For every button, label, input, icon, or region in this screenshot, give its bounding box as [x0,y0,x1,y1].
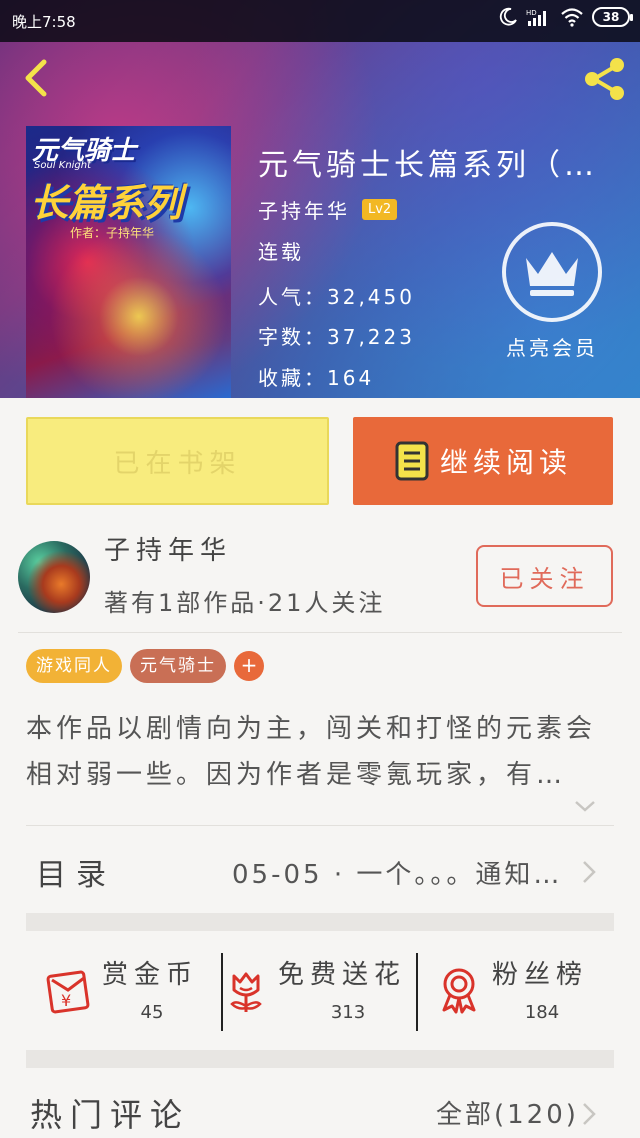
vip-label: 点亮会员 [506,336,598,360]
author-avatar[interactable] [18,541,90,613]
moon-icon [498,7,518,27]
book-header: 晚上7:58 HD 38 元气骑士 Soul Knight 长篇系列 作者：子持… [0,0,640,398]
catalog-row[interactable]: 目录 05-05 · 一个。。。通知… [26,838,616,904]
vip-button[interactable]: 点亮会员 [494,222,610,361]
book-author[interactable]: 子持年华 [258,195,350,224]
medal-icon [442,968,476,1014]
all-comments-link[interactable]: 全部(120) [436,1094,579,1131]
svg-text:¥: ¥ [61,991,71,1010]
tag-list: 游戏同人 元气骑士 + [26,649,264,683]
signal-icon: HD [526,7,552,27]
book-author-line: 子持年华 Lv2 [258,195,398,224]
latest-chapter: 05-05 · 一个。。。通知… [232,860,563,890]
cover-subtitle: Soul Knight [34,160,92,171]
cover-title-main: 长篇系列 [30,181,183,225]
vip-badge [502,222,602,322]
follow-button[interactable]: 已关注 [476,545,613,607]
chevron-left-icon [25,59,47,97]
status-bar: 晚上7:58 HD 38 [0,0,640,42]
flower-icon [230,972,262,1012]
divider [18,632,622,633]
send-flowers-value: 313 [330,1002,366,1023]
book-status: 连载 [258,240,304,264]
fan-ranking-label: 粉丝榜 [492,960,589,990]
cover-author: 作者：子持年华 [70,226,155,240]
in-bookshelf-button[interactable]: 已在书架 [26,417,329,505]
stat-divider [221,953,223,1031]
section-separator [26,913,614,931]
book-cover[interactable]: 元气骑士 Soul Knight 长篇系列 作者：子持年华 [26,126,231,398]
hot-comments-title: 热门评论 [30,1096,191,1134]
add-tag-button[interactable]: + [234,651,264,681]
book-favorites: 收藏：164 [258,366,375,390]
continue-reading-label: 继续阅读 [439,446,572,479]
share-icon [585,58,624,100]
crown-icon [526,252,578,296]
reward-coins-value: 45 [140,1002,164,1023]
book-popularity: 人气：32,450 [258,285,415,309]
tag-game-fanfic[interactable]: 游戏同人 [26,649,122,683]
status-time: 晚上7:58 [12,13,76,31]
book-icon [395,441,429,481]
expand-description-button[interactable] [572,796,598,816]
send-flowers-button[interactable]: 免费送花 313 [226,950,416,1034]
follow-label: 已关注 [499,564,590,593]
tag-soul-knight[interactable]: 元气骑士 [130,649,226,683]
back-button[interactable] [16,56,56,100]
book-description: 本作品以剧情向为主，闯关和打怪的元素会相对弱一些。因为作者是零氪玩家，有… [26,714,597,790]
author-stats: 著有1部作品·21人关注 [104,589,386,617]
stat-divider [416,953,418,1031]
battery-indicator: 38 [592,7,633,27]
fan-ranking-value: 184 [524,1002,560,1023]
network-label: HD [526,9,537,17]
reward-coins-button[interactable]: ¥ 赏金币 45 [40,950,216,1034]
send-flowers-label: 免费送花 [278,960,407,990]
share-button[interactable] [580,54,630,104]
level-badge: Lv2 [362,199,398,220]
status-icons: HD 38 [498,7,633,27]
reward-coins-label: 赏金币 [102,960,199,990]
section-separator [26,1050,614,1068]
divider [26,825,614,826]
author-name[interactable]: 子持年华 [104,530,232,567]
fan-ranking-button[interactable]: 粉丝榜 184 [436,950,616,1034]
chevron-right-icon [583,1103,596,1125]
red-envelope-icon: ¥ [46,970,90,1014]
in-bookshelf-label: 已在书架 [113,448,242,479]
chevron-right-icon [583,861,596,883]
catalog-label: 目录 [36,858,116,893]
wifi-icon [560,7,584,27]
chevron-down-icon [575,801,595,812]
book-word-count: 字数：37,223 [258,325,415,349]
book-title: 元气骑士长篇系列（… [258,148,598,183]
continue-reading-button[interactable]: 继续阅读 [353,417,613,505]
